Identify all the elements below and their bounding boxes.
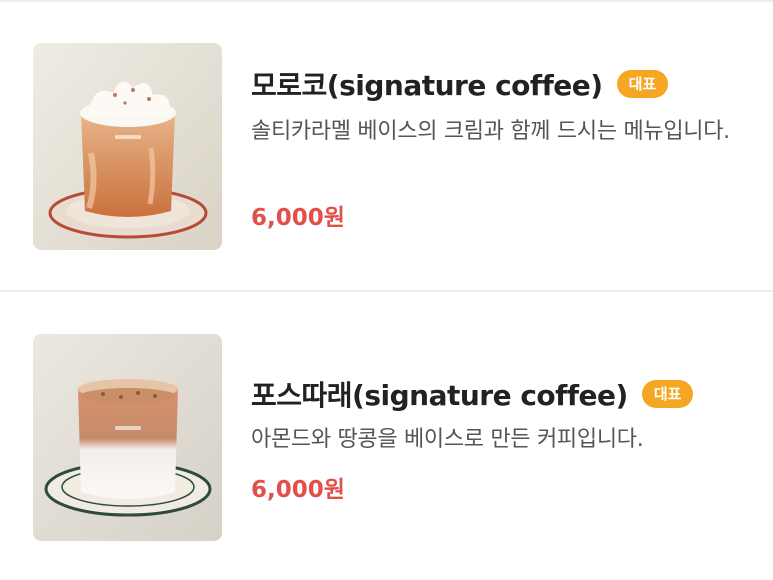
menu-item-image[interactable] — [33, 43, 222, 250]
menu-item-title-row: 모로코(signature coffee) 대표 — [251, 64, 669, 104]
menu-item-moroco[interactable]: 모로코(signature coffee) 대표 솔티카라멜 베이스의 크림과 … — [0, 0, 773, 292]
menu-item-price: 6,000원 — [251, 205, 345, 231]
menu-item-description: 솔티카라멜 베이스의 크림과 함께 드시는 메뉴입니다. — [251, 119, 730, 144]
menu-item-description: 아몬드와 땅콩을 베이스로 만든 커피입니다. — [251, 427, 644, 452]
menu-item-title: 모로코(signature coffee) — [251, 69, 603, 102]
menu-item-price: 6,000원 — [251, 477, 345, 503]
menu-item-posttare[interactable]: 포스따래(signature coffee) 대표 아몬드와 땅콩을 베이스로 … — [0, 292, 773, 580]
menu-item-title-row: 포스따래(signature coffee) 대표 — [251, 374, 694, 414]
menu-item-title: 포스따래(signature coffee) — [251, 379, 628, 412]
menu-item-image[interactable] — [33, 334, 222, 541]
signature-badge: 대표 — [616, 70, 669, 98]
signature-badge: 대표 — [641, 380, 694, 408]
